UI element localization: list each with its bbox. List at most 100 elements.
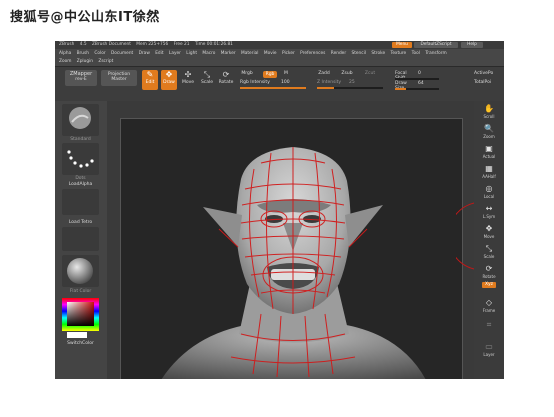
material-sphere-icon xyxy=(67,258,93,284)
material-selector[interactable] xyxy=(62,255,99,287)
rotate-button[interactable]: ⟳ Rotate xyxy=(218,70,234,90)
menu-bar-row2: Zoom Zplugin Zscript xyxy=(55,58,504,67)
menu-preferences[interactable]: Preferences xyxy=(300,51,325,56)
edit-button[interactable]: ✎ Edit xyxy=(142,70,158,90)
sculpt-model xyxy=(161,147,426,379)
m-button[interactable]: M xyxy=(282,71,290,78)
lsym-button[interactable]: ↔ L.Sym xyxy=(477,203,501,221)
active-points-label: ActivePo xyxy=(474,71,494,76)
scroll-button[interactable]: ✋ Scroll xyxy=(477,103,501,121)
draw-button[interactable]: ✥ Draw xyxy=(161,70,177,90)
menu-zplugin[interactable]: Zplugin xyxy=(77,59,93,64)
title-item: Mem 225+756 xyxy=(136,42,169,47)
menu-draw[interactable]: Draw xyxy=(139,51,150,56)
frame-icon: ◇ xyxy=(485,298,493,307)
move-view-button[interactable]: ✥ Move xyxy=(477,223,501,241)
menu-color[interactable]: Color xyxy=(94,51,105,56)
menu-zoom[interactable]: Zoom xyxy=(59,59,71,64)
default-zscript-button[interactable]: DefaultZScript xyxy=(414,42,458,48)
menu-movie[interactable]: Movie xyxy=(264,51,277,56)
menu-texture[interactable]: Texture xyxy=(390,51,406,56)
menu-picker[interactable]: Picker xyxy=(282,51,295,56)
draw-icon: ✥ xyxy=(165,70,173,79)
actual-button[interactable]: ▣ Actual xyxy=(477,143,501,161)
move-button[interactable]: ✣ Move xyxy=(180,70,196,90)
menu-button[interactable]: Menu xyxy=(392,42,412,48)
edit-icon: ✎ xyxy=(146,70,154,79)
rgb-button[interactable]: Rgb xyxy=(263,71,277,78)
texture-label: Load Tetro xyxy=(68,220,93,225)
zmapper-button[interactable]: ZMapper rev-E xyxy=(65,70,97,86)
zoom-button[interactable]: 🔍 Zoom xyxy=(477,123,501,141)
brush-selector[interactable] xyxy=(62,104,99,136)
lsym-label: L.Sym xyxy=(482,214,496,219)
menu-document[interactable]: Document xyxy=(111,51,133,56)
aahalf-label: AAHalf xyxy=(482,174,496,179)
menu-transform[interactable]: Transform xyxy=(425,51,446,56)
draw-size-slider[interactable] xyxy=(395,88,439,90)
menu-tool[interactable]: Tool xyxy=(412,51,420,56)
local-button[interactable]: ◎ Local xyxy=(477,183,501,201)
menu-stroke[interactable]: Stroke xyxy=(371,51,385,56)
menu-material[interactable]: Material xyxy=(241,51,258,56)
draw-size-fill xyxy=(395,88,406,90)
scroll-icon: ✋ xyxy=(484,104,494,113)
aahalf-icon: ▦ xyxy=(485,164,493,173)
scroll-label: Scroll xyxy=(483,114,495,119)
rotate-view-button[interactable]: ⟳ Rotate xyxy=(477,263,501,281)
layer-icon: ▭ xyxy=(485,342,493,351)
rgb-intensity-slider[interactable] xyxy=(240,87,306,89)
alpha-selector[interactable] xyxy=(62,189,99,215)
document-canvas[interactable] xyxy=(120,118,463,379)
projection-master-button[interactable]: Projection Master xyxy=(101,70,137,86)
move-label: Move xyxy=(181,80,195,85)
lasso-button[interactable]: ⌗ xyxy=(477,319,501,337)
z-intensity-slider[interactable] xyxy=(317,87,383,89)
scale-button[interactable]: ⤡ Scale xyxy=(199,70,215,90)
title-item: ZBrush xyxy=(59,42,75,47)
menu-edit[interactable]: Edit xyxy=(155,51,163,56)
lsym-icon: ↔ xyxy=(485,204,493,213)
mrgb-button[interactable]: Mrgb xyxy=(240,71,254,78)
zadd-button[interactable]: Zadd xyxy=(317,71,331,78)
stroke-selector[interactable] xyxy=(62,143,99,175)
rotate-view-label: Rotate xyxy=(482,274,496,279)
xyz-button[interactable]: Xyz xyxy=(477,281,501,291)
rgb-intensity-label: Rgb Intensity xyxy=(240,80,270,85)
menu-light[interactable]: Light xyxy=(186,51,197,56)
menu-brush[interactable]: Brush xyxy=(77,51,89,56)
title-item: ZBrush Document xyxy=(91,42,131,47)
texture-selector[interactable] xyxy=(62,227,99,251)
title-bar: ZBrush 4.5 ZBrush Document Mem 225+756 F… xyxy=(55,41,504,49)
menu-alpha[interactable]: Alpha xyxy=(59,51,71,56)
help-button[interactable]: Help xyxy=(461,42,483,48)
projection-sub: Master xyxy=(111,77,127,82)
scale-icon: ⤡ xyxy=(485,244,493,253)
rotate-icon: ⟳ xyxy=(222,70,230,79)
zsub-button[interactable]: Zsub xyxy=(340,71,354,78)
right-tray: ✋ Scroll 🔍 Zoom ▣ Actual ▦ AAHalf ◎ Loca… xyxy=(474,101,504,379)
menu-marker[interactable]: Marker xyxy=(221,51,236,56)
stroke-label: Dots xyxy=(75,176,86,181)
left-ear xyxy=(203,207,242,247)
focal-shift-slider[interactable] xyxy=(395,78,439,80)
menu-zscript[interactable]: Zscript xyxy=(98,59,113,64)
color-picker[interactable] xyxy=(62,298,99,331)
draw-size-label: Draw Size xyxy=(395,81,407,91)
scale-view-button[interactable]: ⤡ Scale xyxy=(477,243,501,261)
zcut-button[interactable]: Zcut xyxy=(363,71,377,78)
lasso-icon: ⌗ xyxy=(486,320,492,329)
menu-bar: Alpha Brush Color Document Draw Edit Lay… xyxy=(55,49,504,58)
aahalf-button[interactable]: ▦ AAHalf xyxy=(477,163,501,181)
scale-label: Scale xyxy=(200,80,214,85)
menu-stencil[interactable]: Stencil xyxy=(351,51,366,56)
menu-render[interactable]: Render xyxy=(331,51,346,56)
frame-button[interactable]: ◇ Frame xyxy=(477,297,501,315)
switch-color-button[interactable]: SwitchColor xyxy=(57,341,104,346)
menu-macro[interactable]: Macro xyxy=(202,51,215,56)
z-intensity-label: Z Intensity xyxy=(317,80,342,85)
main-color-swatch[interactable] xyxy=(67,332,87,338)
rgb-intensity-fill xyxy=(240,87,306,89)
menu-layer[interactable]: Layer xyxy=(169,51,181,56)
layer-button[interactable]: ▭ Layer xyxy=(477,341,501,359)
